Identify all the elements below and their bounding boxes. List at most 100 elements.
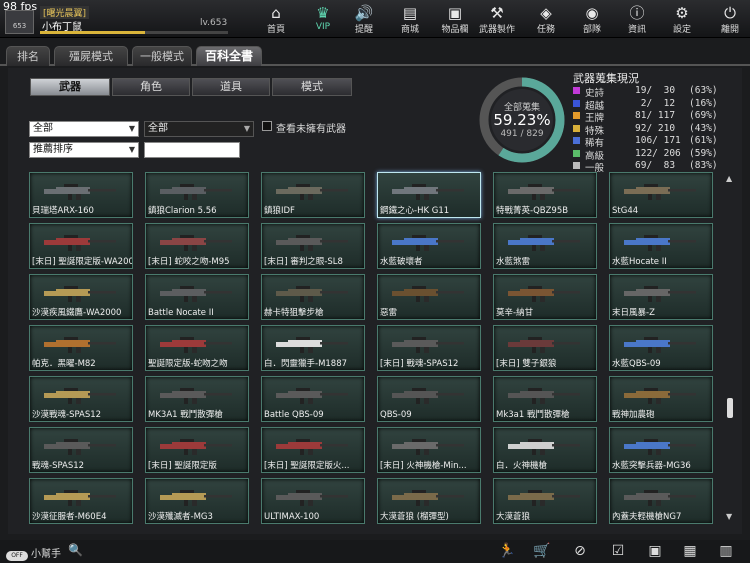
nav-label: 設定 [672, 25, 691, 35]
weapon-card[interactable]: 大漠蒼狼 [493, 478, 597, 524]
weapon-card[interactable]: 惡雷 [377, 274, 481, 320]
subtab-weapons[interactable]: 武器 [30, 78, 110, 96]
weapon-card[interactable]: [末日] 審判之眼-SL8 [261, 223, 365, 269]
weapon-barrel [88, 495, 116, 498]
notebook-icon[interactable]: ▣ [645, 542, 665, 560]
helper-toggle[interactable]: OFF 小幫手 [6, 545, 61, 561]
subcategory-select[interactable]: 全部 ▼ [144, 121, 254, 137]
weapon-name: 帕克．黑曜-M82 [32, 359, 96, 369]
weapon-card[interactable]: 戰神加農砲 [609, 376, 713, 422]
weapon-card[interactable]: 內蓋夫輕機槍NG7 [609, 478, 713, 524]
tab-encyclopedia[interactable]: 百科全書 [196, 46, 262, 66]
only-missing-checkbox[interactable] [262, 121, 272, 131]
weapon-card[interactable]: [末日] 聖誕限定版-WA2000 [29, 223, 133, 269]
weapon-card[interactable]: ULTIMAX-100 [261, 478, 365, 524]
weapon-card[interactable]: 鋼鐵之心-HK G11 [377, 172, 481, 218]
nav-gear[interactable]: ⚙ 設定 [660, 4, 704, 36]
compass-icon[interactable]: ⊘ [570, 542, 590, 560]
cart-icon[interactable]: 🛒 [532, 542, 552, 560]
nav-info[interactable]: ⓘ 資訊 [615, 4, 659, 36]
weapon-card[interactable]: [末日] 聖誕限定版 [145, 427, 249, 473]
weapon-card[interactable]: 鎮狼IDF [261, 172, 365, 218]
weapon-barrel [88, 342, 116, 345]
film-icon[interactable]: ▥ [716, 542, 736, 560]
scroll-thumb[interactable] [727, 398, 733, 418]
nav-bag[interactable]: ▣ 物品欄 [433, 4, 477, 36]
weapon-card[interactable]: [末日] 雙子銀狼 [493, 325, 597, 371]
search-input[interactable] [144, 142, 240, 158]
weapon-card[interactable]: Battle Nocate II [145, 274, 249, 320]
weapon-card[interactable]: Battle QBS-09 [261, 376, 365, 422]
weapon-card[interactable]: MK3A1 戰鬥散彈槍 [145, 376, 249, 422]
weapon-card[interactable]: [末日] 戰魂-SPAS12 [377, 325, 481, 371]
weapon-scope [528, 184, 542, 187]
weapon-card[interactable]: 末日風暴-Z [609, 274, 713, 320]
nav-ticket[interactable]: ◈ 任務 [524, 4, 568, 36]
weapon-card[interactable]: 赫卡特狙擊步槍 [261, 274, 365, 320]
weapon-card[interactable]: QBS-09 [377, 376, 481, 422]
weapon-magazine [192, 500, 197, 506]
weapon-card[interactable]: [末日] 聖誕限定版火... [261, 427, 365, 473]
chevron-down-icon: ▼ [128, 124, 135, 133]
nav-shop[interactable]: ▤ 商城 [388, 4, 432, 36]
weapon-card[interactable]: 水藍突擊兵器-MG36 [609, 427, 713, 473]
scroll-up-icon[interactable]: ▲ [726, 174, 732, 183]
weapon-card[interactable]: 白．火神機槍 [493, 427, 597, 473]
weapon-image [392, 286, 464, 302]
weapon-card[interactable]: 沙漠殲滅者-MG3 [145, 478, 249, 524]
weapon-card[interactable]: 白．閃靈獵手-M1887 [261, 325, 365, 371]
weapon-card[interactable]: [末日] 蛇咬之吻-M95 [145, 223, 249, 269]
scrollbar[interactable]: ▲ ▼ [726, 174, 734, 524]
avatar[interactable]: 653 [5, 10, 34, 34]
tab-zombie-mode[interactable]: 殭屍模式 [54, 46, 128, 66]
weapon-scope [296, 235, 310, 238]
scroll-down-icon[interactable]: ▼ [726, 512, 732, 521]
subtab-modes[interactable]: 模式 [272, 78, 352, 96]
checklist-icon[interactable]: ☑ [608, 542, 628, 560]
nav-gun-craft[interactable]: ⚒ 武器製作 [475, 4, 519, 36]
weapon-name: 沙漠殲滅者-MG3 [148, 512, 213, 522]
weapon-card[interactable]: 水藍破壞者 [377, 223, 481, 269]
weapon-magazine [76, 449, 81, 455]
subtab-items[interactable]: 道具 [192, 78, 270, 96]
weapon-barrel [320, 342, 348, 345]
weapon-card[interactable]: 聖誕限定版-蛇吻之吻 [145, 325, 249, 371]
nav-crown[interactable]: ♛ VIP [301, 4, 345, 36]
weapon-card[interactable]: 貝瑞塔ARX-160 [29, 172, 133, 218]
nav-speaker[interactable]: 🔊 提醒 [342, 4, 386, 36]
weapon-card[interactable]: 帕克．黑曜-M82 [29, 325, 133, 371]
weapon-card[interactable]: 特戰菁英-QBZ95B [493, 172, 597, 218]
category-select[interactable]: 全部 ▼ [29, 121, 139, 137]
weapon-name: 水藍Hocate II [612, 257, 667, 267]
rarity-percent: (63%) [689, 85, 718, 96]
search-icon[interactable]: 🔍 [68, 543, 84, 559]
nav-home[interactable]: ⌂ 首頁 [254, 4, 298, 36]
calendar-icon[interactable]: ▦ [680, 542, 700, 560]
weapon-card[interactable]: 鎮狼Clarion 5.56 [145, 172, 249, 218]
subtab-characters[interactable]: 角色 [112, 78, 190, 96]
weapon-card[interactable]: Mk3a1 戰鬥散彈槍 [493, 376, 597, 422]
weapon-card[interactable]: 沙漠疾風鐵鷹-WA2000 [29, 274, 133, 320]
sort-select[interactable]: 推薦排序 ▼ [29, 142, 139, 158]
weapon-card[interactable]: 戰魂-SPAS12 [29, 427, 133, 473]
weapon-stock [624, 189, 638, 194]
runner-icon[interactable]: 🏃 [497, 542, 517, 560]
weapon-card[interactable]: 水藍煞雷 [493, 223, 597, 269]
tab-ranking[interactable]: 排名 [6, 46, 50, 66]
nav-shield[interactable]: ◉ 部隊 [570, 4, 614, 36]
weapon-card[interactable]: 水藍Hocate II [609, 223, 713, 269]
weapon-name: 大漠蒼狼 [496, 512, 531, 522]
weapon-card[interactable]: 沙漠征服者-M60E4 [29, 478, 133, 524]
weapon-card[interactable]: [末日] 火神機槍-Min... [377, 427, 481, 473]
weapon-scope [180, 388, 194, 391]
nav-power[interactable]: ⏻ 離開 [708, 4, 750, 36]
weapon-card[interactable]: 沙漠戰魂-SPAS12 [29, 376, 133, 422]
weapon-card[interactable]: 莫辛-納甘 [493, 274, 597, 320]
weapon-grip [648, 449, 652, 455]
weapon-card[interactable]: StG44 [609, 172, 713, 218]
weapon-barrel [668, 189, 696, 192]
weapon-card[interactable]: 大漠蒼狼 (榴彈型) [377, 478, 481, 524]
weapon-card[interactable]: 水藍QBS-09 [609, 325, 713, 371]
tab-normal-mode[interactable]: 一般模式 [132, 46, 192, 66]
weapon-barrel [320, 240, 348, 243]
